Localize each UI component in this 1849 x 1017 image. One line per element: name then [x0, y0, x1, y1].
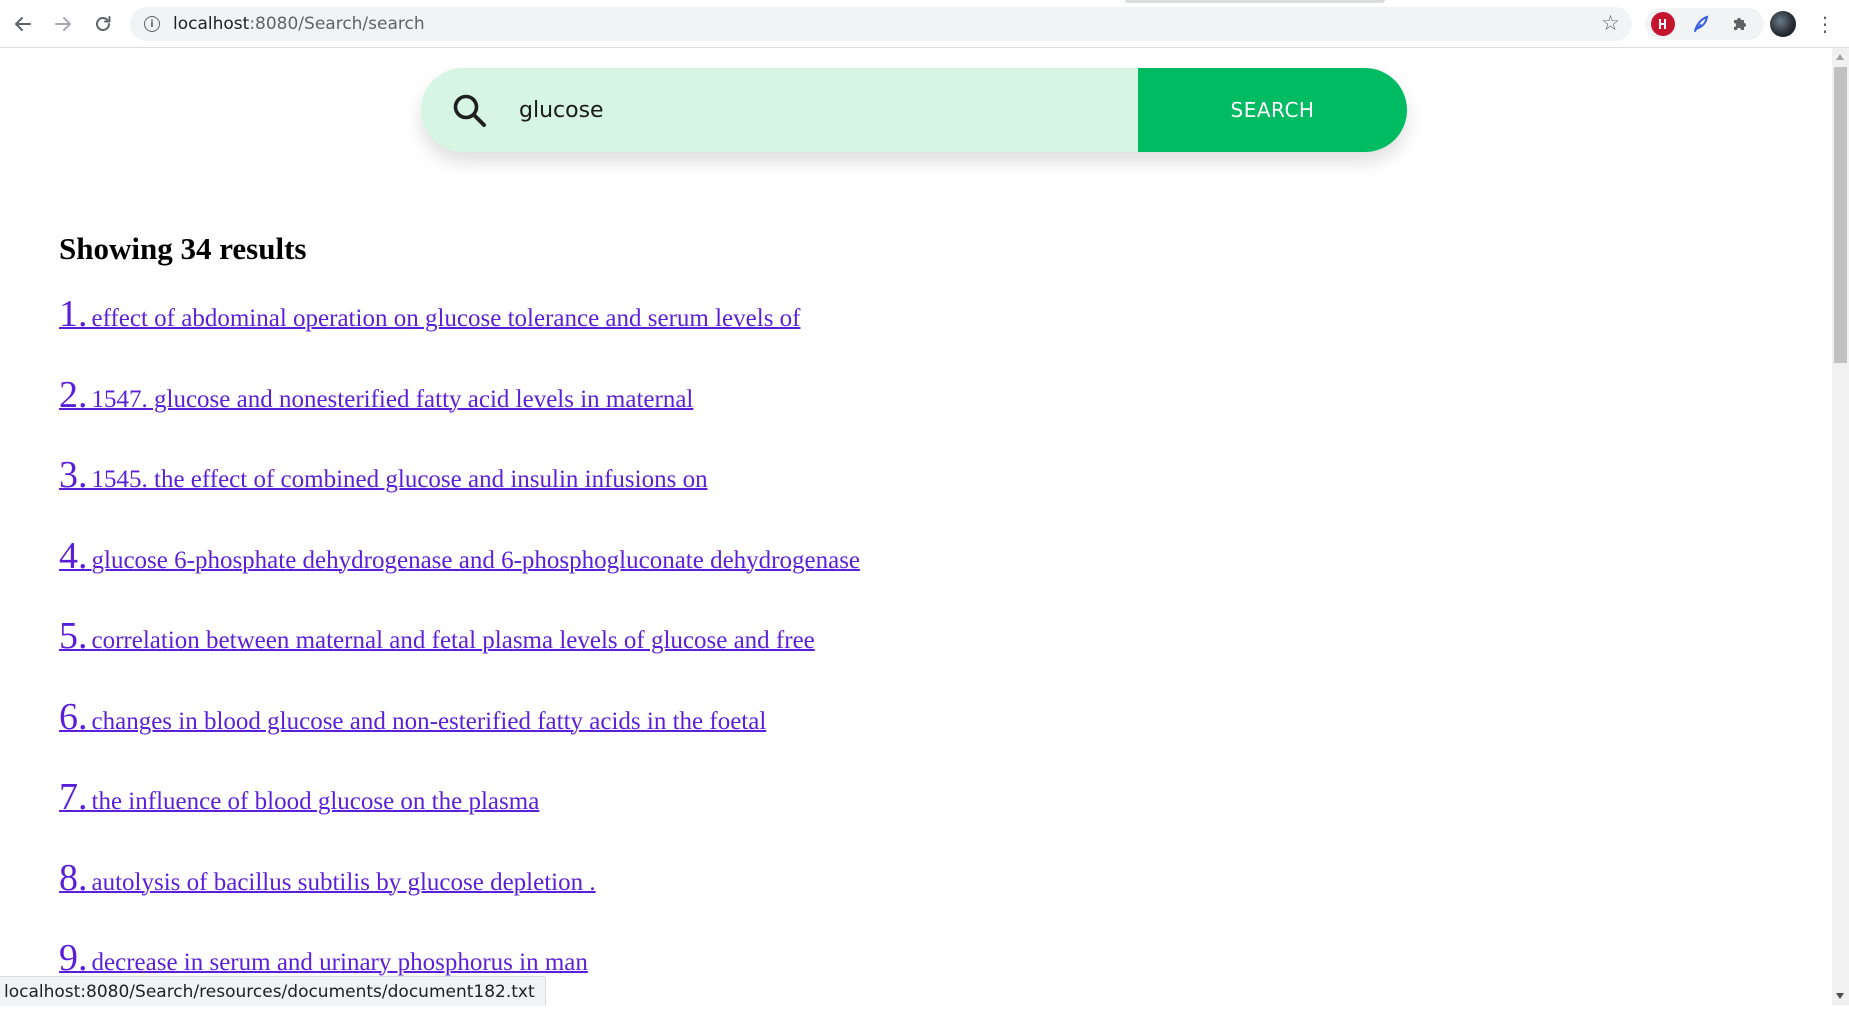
- result-title: decrease in serum and urinary phosphorus…: [91, 949, 588, 976]
- search-icon: [451, 92, 487, 128]
- result-number: 7.: [59, 776, 88, 818]
- tab-strip-edge: [1125, 0, 1385, 3]
- result-title: effect of abdominal operation on glucose…: [91, 305, 801, 332]
- results-count-heading: Showing 34 results: [59, 231, 307, 266]
- link-status-bubble: localhost:8080/Search/resources/document…: [0, 976, 546, 1006]
- search-bar: SEARCH: [421, 68, 1407, 152]
- list-item: 1. effect of abdominal operation on gluc…: [59, 292, 860, 373]
- profile-avatar[interactable]: [1770, 11, 1796, 37]
- browser-toolbar: i localhost:8080/Search/search ☆ ⋮: [0, 0, 1849, 48]
- url-path: :8080/Search/search: [249, 14, 425, 34]
- result-link[interactable]: 1. effect of abdominal operation on gluc…: [59, 293, 801, 335]
- result-number: 6.: [59, 695, 88, 738]
- reload-icon[interactable]: [88, 9, 118, 39]
- red-circle-extension-icon[interactable]: [1651, 12, 1675, 36]
- vertical-dots-menu-icon[interactable]: ⋮: [1815, 12, 1835, 36]
- result-link[interactable]: 5. correlation between maternal and feta…: [59, 615, 815, 657]
- result-title: glucose 6-phosphate dehydrogenase and 6-…: [91, 546, 861, 574]
- list-item: 2. 1547. glucose and nonesterified fatty…: [59, 373, 860, 454]
- list-item: 6. changes in blood glucose and non-este…: [59, 695, 860, 776]
- scrollbar-thumb[interactable]: [1834, 67, 1847, 363]
- result-link[interactable]: 2. 1547. glucose and nonesterified fatty…: [59, 374, 693, 416]
- result-link[interactable]: 7. the influence of blood glucose on the…: [59, 776, 539, 818]
- arrow-right-icon[interactable]: [48, 9, 78, 39]
- result-number: 4.: [59, 534, 88, 577]
- page-scrollbar[interactable]: [1832, 48, 1849, 1005]
- result-number: 9.: [59, 937, 88, 979]
- result-link[interactable]: 9. decrease in serum and urinary phospho…: [59, 937, 588, 979]
- result-title: autolysis of bacillus subtilis by glucos…: [91, 868, 596, 896]
- result-title: changes in blood glucose and non-esterif…: [91, 707, 767, 735]
- result-title: 1545. the effect of combined glucose and…: [91, 466, 708, 493]
- list-item: 8. autolysis of bacillus subtilis by glu…: [59, 856, 860, 937]
- list-item: 7. the influence of blood glucose on the…: [59, 775, 860, 856]
- feather-extension-icon[interactable]: [1689, 12, 1713, 36]
- address-url[interactable]: localhost:8080/Search/search: [173, 14, 425, 34]
- info-icon[interactable]: i: [144, 16, 160, 32]
- result-number: 3.: [59, 454, 88, 496]
- result-number: 5.: [59, 615, 88, 657]
- result-link[interactable]: 3. 1545. the effect of combined glucose …: [59, 454, 708, 496]
- search-button[interactable]: SEARCH: [1138, 68, 1407, 152]
- result-title: correlation between maternal and fetal p…: [91, 627, 815, 654]
- scroll-up-arrow-icon[interactable]: [1836, 54, 1844, 60]
- search-input[interactable]: [519, 68, 1119, 152]
- result-number: 2.: [59, 373, 88, 416]
- result-link[interactable]: 4. glucose 6-phosphate dehydrogenase and…: [59, 535, 860, 577]
- address-bar[interactable]: i localhost:8080/Search/search ☆: [130, 7, 1632, 41]
- scroll-down-arrow-icon[interactable]: [1836, 993, 1844, 999]
- result-title: 1547. glucose and nonesterified fatty ac…: [91, 385, 694, 413]
- list-item: 3. 1545. the effect of combined glucose …: [59, 453, 860, 534]
- puzzle-extensions-icon[interactable]: [1728, 12, 1752, 36]
- results-list: 1. effect of abdominal operation on gluc…: [59, 292, 860, 1017]
- result-number: 1.: [59, 293, 88, 335]
- result-number: 8.: [59, 856, 88, 899]
- star-icon[interactable]: ☆: [1601, 11, 1620, 35]
- url-host: localhost: [173, 14, 250, 34]
- result-link[interactable]: 6. changes in blood glucose and non-este…: [59, 696, 766, 738]
- arrow-left-icon[interactable]: [8, 9, 38, 39]
- list-item: 4. glucose 6-phosphate dehydrogenase and…: [59, 534, 860, 615]
- result-link[interactable]: 8. autolysis of bacillus subtilis by glu…: [59, 857, 596, 899]
- list-item: 5. correlation between maternal and feta…: [59, 614, 860, 695]
- result-title: the influence of blood glucose on the pl…: [91, 788, 540, 815]
